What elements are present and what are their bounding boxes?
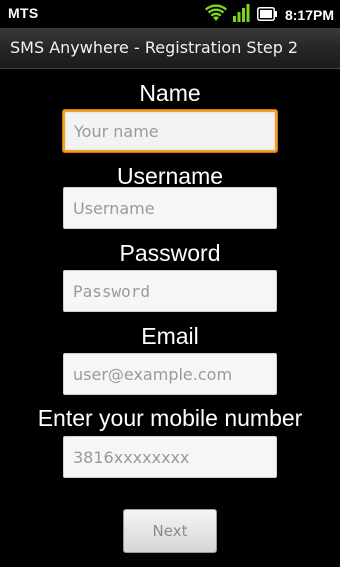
password-label: Password: [119, 240, 221, 266]
battery-icon: [256, 6, 277, 25]
email-input[interactable]: [63, 353, 277, 395]
carrier-name: MTS: [8, 5, 39, 21]
title-bar: SMS Anywhere - Registration Step 2: [0, 28, 340, 69]
mobile-label: Enter your mobile number: [37, 405, 303, 431]
password-input[interactable]: [63, 270, 277, 312]
username-label: Username: [116, 163, 224, 189]
username-input[interactable]: [63, 187, 277, 229]
wifi-icon: [204, 4, 227, 26]
name-input[interactable]: [63, 110, 277, 152]
clock: 8:17PM: [284, 7, 334, 23]
signal-icon: [232, 4, 251, 26]
app-screen: MTS 8:17PM SMS Anywhere - Registration S…: [0, 0, 340, 567]
window-title: SMS Anywhere - Registration Step 2: [10, 38, 299, 57]
mobile-input[interactable]: [63, 436, 277, 478]
status-icons: 8:17PM: [204, 4, 334, 26]
email-label: Email: [141, 323, 199, 349]
name-label: Name: [139, 80, 201, 106]
next-button[interactable]: Next: [123, 509, 217, 553]
status-bar: MTS 8:17PM: [0, 0, 340, 28]
